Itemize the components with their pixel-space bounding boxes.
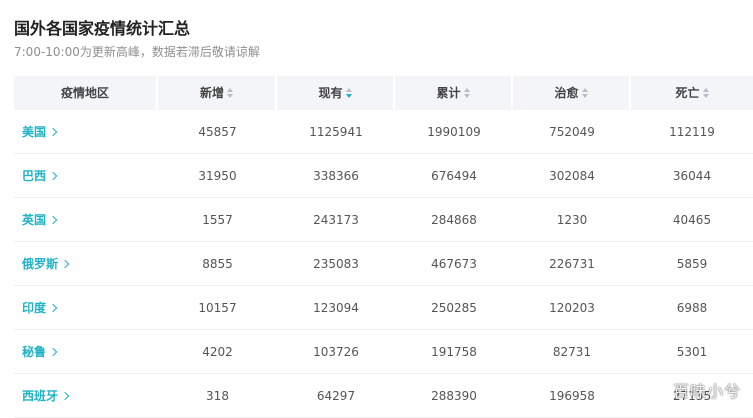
region-name: 英国 — [22, 213, 47, 227]
cell-current: 103726 — [313, 345, 359, 359]
cell-cured: 196958 — [549, 389, 595, 403]
sort-icon[interactable] — [345, 87, 352, 99]
region-link[interactable]: 俄罗斯 — [14, 242, 158, 286]
cell-new: 31950 — [198, 169, 237, 183]
cell-total: 467673 — [431, 257, 477, 271]
cell-total: 250285 — [431, 301, 477, 315]
region-name: 印度 — [22, 301, 47, 315]
cell-current: 235083 — [313, 257, 359, 271]
cell-total: 676494 — [431, 169, 477, 183]
cell-new: 10157 — [198, 301, 237, 315]
cell-new: 1557 — [202, 213, 233, 227]
chevron-right-icon — [48, 215, 58, 225]
cell-total: 1990109 — [427, 125, 481, 139]
region-link[interactable]: 巴西 — [14, 154, 158, 198]
cell-deaths: 36044 — [672, 169, 712, 183]
cell-deaths: 6988 — [676, 301, 708, 315]
column-header-label: 死亡 — [675, 86, 700, 100]
chevron-right-icon — [48, 303, 58, 313]
page-subtitle: 7:00-10:00为更新高峰，数据若滞后敬请谅解 — [14, 45, 260, 59]
cell-total: 284868 — [431, 213, 477, 227]
cell-deaths: 5301 — [676, 345, 708, 359]
table-row: 巴西 31950 338366 676494 302084 36044 — [14, 154, 753, 198]
cell-total: 288390 — [431, 389, 477, 403]
region-link[interactable]: 英国 — [14, 198, 158, 242]
page-header: 国外各国家疫情统计汇总 7:00-10:00为更新高峰，数据若滞后敬请谅解 — [14, 18, 753, 60]
chevron-right-icon — [48, 347, 58, 357]
cell-cured: 302084 — [549, 169, 595, 183]
chevron-right-icon — [48, 127, 58, 137]
watermark: 百味小兮 — [672, 382, 741, 401]
cell-new: 45857 — [198, 125, 237, 139]
column-header-label: 新增 — [199, 86, 224, 100]
chevron-right-icon — [48, 171, 58, 181]
stats-table: 疫情地区 新增 现有 累计 治愈 死亡 美国 45857 1125941 199… — [14, 76, 753, 418]
sort-icon[interactable] — [463, 87, 470, 99]
column-header-label: 现有 — [318, 86, 343, 100]
column-header-label: 累计 — [436, 86, 461, 100]
cell-cured: 752049 — [549, 125, 595, 139]
cell-current: 1125941 — [309, 125, 363, 139]
table-row: 印度 10157 123094 250285 120203 6988 — [14, 286, 753, 330]
column-header-label: 疫情地区 — [60, 86, 109, 100]
page-title: 国外各国家疫情统计汇总 — [14, 19, 191, 38]
chevron-right-icon — [60, 391, 70, 401]
cell-cured: 226731 — [549, 257, 595, 271]
region-link[interactable]: 秘鲁 — [14, 330, 158, 374]
region-name: 西班牙 — [22, 389, 59, 403]
column-header-deaths[interactable]: 死亡 — [631, 76, 753, 110]
column-header-label: 治愈 — [554, 86, 579, 100]
cell-current: 243173 — [313, 213, 359, 227]
sort-icon[interactable] — [702, 87, 709, 99]
cell-deaths: 5859 — [676, 257, 708, 271]
column-header-current[interactable]: 现有 — [277, 76, 395, 110]
table-row: 俄罗斯 8855 235083 467673 226731 5859 — [14, 242, 753, 286]
cell-new: 4202 — [202, 345, 233, 359]
cell-cured: 1230 — [556, 213, 588, 227]
cell-cured: 82731 — [552, 345, 592, 359]
column-header-total[interactable]: 累计 — [395, 76, 513, 110]
cell-total: 191758 — [431, 345, 477, 359]
table-header: 疫情地区 新增 现有 累计 治愈 死亡 — [14, 76, 753, 110]
sort-icon[interactable] — [581, 87, 588, 99]
region-link[interactable]: 西班牙 — [14, 374, 158, 418]
cell-new: 8855 — [202, 257, 233, 271]
region-name: 秘鲁 — [22, 345, 47, 359]
cell-deaths: 112119 — [669, 125, 715, 139]
column-header-cured[interactable]: 治愈 — [513, 76, 631, 110]
table-body: 美国 45857 1125941 1990109 752049 112119 巴… — [14, 110, 753, 418]
cell-current: 123094 — [313, 301, 359, 315]
region-name: 巴西 — [22, 169, 47, 183]
column-header-region: 疫情地区 — [14, 76, 158, 110]
sort-icon[interactable] — [227, 87, 233, 99]
cell-current: 64297 — [316, 389, 356, 403]
cell-new: 318 — [206, 389, 229, 403]
cell-cured: 120203 — [549, 301, 595, 315]
region-link[interactable]: 美国 — [14, 110, 158, 154]
table-row: 秘鲁 4202 103726 191758 82731 5301 — [14, 330, 753, 374]
cell-current: 338366 — [313, 169, 359, 183]
region-link[interactable]: 印度 — [14, 286, 158, 330]
column-header-new[interactable]: 新增 — [158, 76, 277, 110]
table-row: 美国 45857 1125941 1990109 752049 112119 — [14, 110, 753, 154]
cell-deaths: 40465 — [672, 213, 712, 227]
region-name: 俄罗斯 — [22, 257, 59, 271]
table-row: 西班牙 318 64297 288390 196958 27135 — [14, 374, 753, 418]
table-row: 英国 1557 243173 284868 1230 40465 — [14, 198, 753, 242]
chevron-right-icon — [60, 259, 70, 269]
region-name: 美国 — [22, 125, 47, 139]
